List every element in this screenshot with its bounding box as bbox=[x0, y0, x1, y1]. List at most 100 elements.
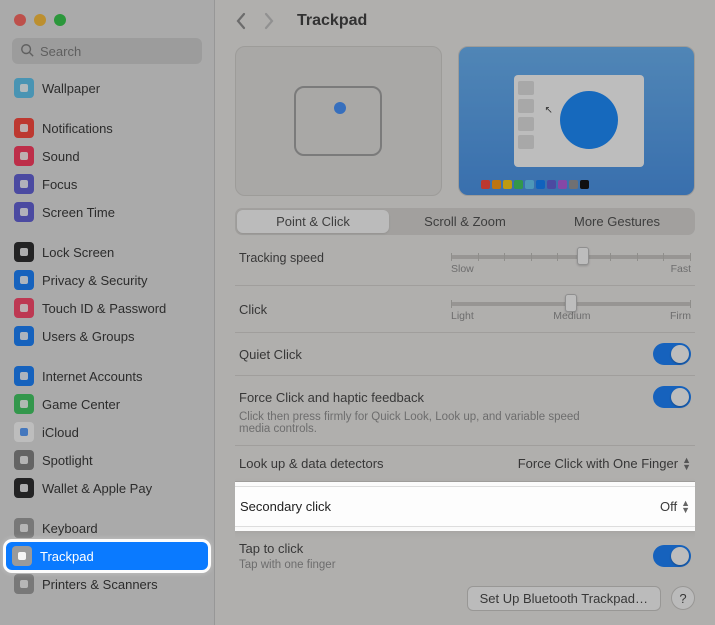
wallet-icon bbox=[14, 478, 34, 498]
hourglass-icon bbox=[14, 202, 34, 222]
game-icon bbox=[14, 394, 34, 414]
sidebar-item-label: Wallet & Apple Pay bbox=[42, 481, 152, 496]
page-title: Trackpad bbox=[297, 12, 367, 30]
force-click-label: Force Click and haptic feedback bbox=[239, 390, 424, 405]
slider-max-label: Fast bbox=[671, 263, 691, 275]
quiet-click-toggle[interactable] bbox=[653, 343, 691, 365]
sidebar-item-label: Internet Accounts bbox=[42, 369, 142, 384]
sidebar-item-focus[interactable]: Focus bbox=[8, 170, 206, 198]
back-button[interactable] bbox=[235, 12, 255, 30]
wallpaper-icon bbox=[14, 78, 34, 98]
sidebar-item-screen-time[interactable]: Screen Time bbox=[8, 198, 206, 226]
window-controls bbox=[0, 8, 214, 32]
forward-button[interactable] bbox=[263, 12, 283, 30]
sidebar-item-notifications[interactable]: Notifications bbox=[8, 114, 206, 142]
sidebar-item-label: Spotlight bbox=[42, 453, 93, 468]
search-icon bbox=[14, 450, 34, 470]
sidebar-item-wallet-apple-pay[interactable]: Wallet & Apple Pay bbox=[8, 474, 206, 502]
sidebar-item-touch-id-password[interactable]: Touch ID & Password bbox=[8, 294, 206, 322]
tap-to-click-label: Tap to click bbox=[239, 541, 303, 556]
sidebar-item-label: Users & Groups bbox=[42, 329, 134, 344]
sidebar-item-label: iCloud bbox=[42, 425, 79, 440]
lock-icon bbox=[14, 242, 34, 262]
users-icon bbox=[14, 326, 34, 346]
click-label: Click bbox=[239, 302, 267, 317]
tracking-speed-slider[interactable] bbox=[451, 255, 691, 259]
tab-more-gestures[interactable]: More Gestures bbox=[541, 210, 693, 233]
tracking-speed-label: Tracking speed bbox=[239, 251, 324, 265]
sidebar-item-spotlight[interactable]: Spotlight bbox=[8, 446, 206, 474]
click-slider[interactable] bbox=[451, 302, 691, 306]
row-tap-to-click: Tap to click Tap with one finger bbox=[235, 531, 695, 576]
close-window-button[interactable] bbox=[14, 14, 26, 26]
search-icon bbox=[20, 43, 34, 57]
lookup-value: Force Click with One Finger bbox=[518, 456, 678, 471]
trackpad-icon bbox=[12, 546, 32, 566]
chevron-updown-icon: ▲▼ bbox=[682, 457, 691, 471]
sidebar: Wallpaper Notifications Sound Focus Screen T… bbox=[0, 0, 215, 625]
row-click: Click LightMediumFirm bbox=[235, 286, 695, 333]
search-input[interactable] bbox=[12, 38, 202, 64]
tab-point-click[interactable]: Point & Click bbox=[237, 210, 389, 233]
sidebar-item-sound[interactable]: Sound bbox=[8, 142, 206, 170]
sidebar-item-lock-screen[interactable]: Lock Screen bbox=[8, 238, 206, 266]
sidebar-item-icloud[interactable]: iCloud bbox=[8, 418, 206, 446]
sidebar-item-game-center[interactable]: Game Center bbox=[8, 390, 206, 418]
tap-to-click-toggle[interactable] bbox=[653, 545, 691, 567]
preview-area: ↖ bbox=[235, 46, 695, 196]
lookup-popup[interactable]: Force Click with One Finger ▲▼ bbox=[518, 456, 691, 471]
sidebar-item-trackpad[interactable]: Trackpad bbox=[6, 542, 208, 570]
bell-icon bbox=[14, 118, 34, 138]
sidebar-item-privacy-security[interactable]: Privacy & Security bbox=[8, 266, 206, 294]
trackpad-preview bbox=[235, 46, 442, 196]
lookup-label: Look up & data detectors bbox=[239, 456, 384, 471]
tap-to-click-sublabel: Tap with one finger bbox=[239, 559, 336, 571]
row-secondary-click: Secondary click Off ▲▼ bbox=[235, 486, 695, 527]
sidebar-item-keyboard[interactable]: Keyboard bbox=[8, 514, 206, 542]
sidebar-item-label: Notifications bbox=[42, 121, 113, 136]
sidebar-item-internet-accounts[interactable]: Internet Accounts bbox=[8, 362, 206, 390]
chevron-updown-icon: ▲▼ bbox=[681, 500, 690, 514]
slider-label: Firm bbox=[670, 310, 691, 322]
sidebar-item-printers-scanners[interactable]: Printers & Scanners bbox=[8, 570, 206, 598]
sidebar-item-label: Keyboard bbox=[42, 521, 98, 536]
force-click-sublabel: Click then press firmly for Quick Look, … bbox=[239, 411, 599, 435]
cloud-icon bbox=[14, 422, 34, 442]
hand-icon bbox=[14, 270, 34, 290]
help-button[interactable]: ? bbox=[671, 586, 695, 610]
tab-scroll-zoom[interactable]: Scroll & Zoom bbox=[389, 210, 541, 233]
minimize-window-button[interactable] bbox=[34, 14, 46, 26]
moon-icon bbox=[14, 174, 34, 194]
sidebar-item-wallpaper[interactable]: Wallpaper bbox=[8, 74, 206, 102]
slider-label: Light bbox=[451, 310, 474, 322]
row-tracking-speed: Tracking speed Slow Fast bbox=[235, 239, 695, 286]
printer-icon bbox=[14, 574, 34, 594]
sidebar-item-label: Sound bbox=[42, 149, 80, 164]
speaker-icon bbox=[14, 146, 34, 166]
row-force-click: Force Click and haptic feedback Click th… bbox=[235, 376, 695, 446]
setup-bluetooth-button[interactable]: Set Up Bluetooth Trackpad… bbox=[467, 586, 661, 611]
sidebar-item-label: Lock Screen bbox=[42, 245, 114, 260]
sidebar-item-label: Privacy & Security bbox=[42, 273, 147, 288]
secondary-click-label: Secondary click bbox=[240, 499, 331, 514]
sidebar-item-label: Game Center bbox=[42, 397, 120, 412]
quiet-click-label: Quiet Click bbox=[239, 347, 302, 362]
force-click-toggle[interactable] bbox=[653, 386, 691, 408]
row-quiet-click: Quiet Click bbox=[235, 333, 695, 376]
slider-min-label: Slow bbox=[451, 263, 474, 275]
cursor-icon: ↖ bbox=[544, 105, 552, 116]
main-panel: Trackpad ↖ Point & ClickScroll & ZoomMor… bbox=[215, 0, 715, 625]
screen-preview: ↖ bbox=[458, 46, 695, 196]
sidebar-item-label: Printers & Scanners bbox=[42, 577, 158, 592]
sidebar-item-label: Focus bbox=[42, 177, 77, 192]
secondary-click-popup[interactable]: Off ▲▼ bbox=[660, 499, 690, 514]
sidebar-item-label: Screen Time bbox=[42, 205, 115, 220]
keyboard-icon bbox=[14, 518, 34, 538]
secondary-click-value: Off bbox=[660, 499, 677, 514]
fingerprint-icon bbox=[14, 298, 34, 318]
at-icon bbox=[14, 366, 34, 386]
sidebar-item-users-groups[interactable]: Users & Groups bbox=[8, 322, 206, 350]
row-lookup: Look up & data detectors Force Click wit… bbox=[235, 446, 695, 482]
fullscreen-window-button[interactable] bbox=[54, 14, 66, 26]
tab-bar: Point & ClickScroll & ZoomMore Gestures bbox=[235, 208, 695, 235]
